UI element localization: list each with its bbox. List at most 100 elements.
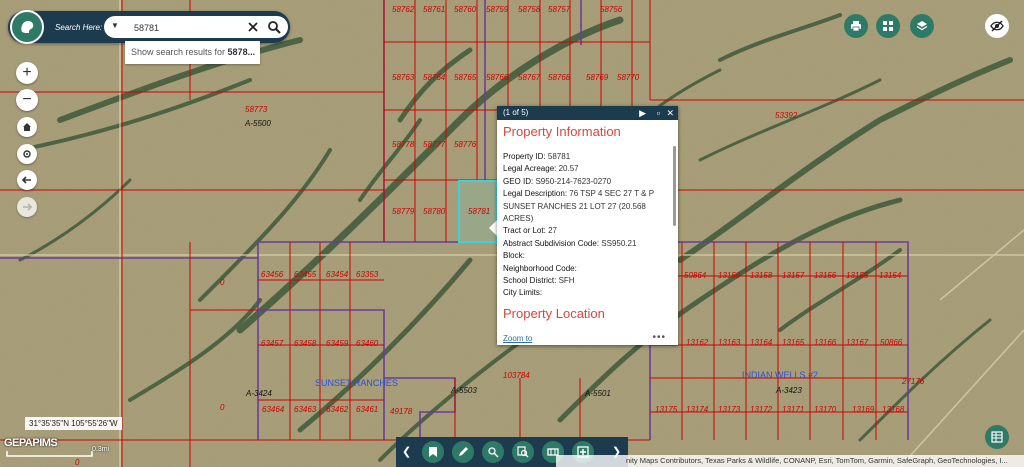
popup-field-label: School District: xyxy=(503,276,559,286)
popup-counter: (1 of 5) xyxy=(503,108,529,117)
popup-header: (1 of 5) ▶ ▫ ✕ xyxy=(497,106,678,120)
parcel-label: 13173 xyxy=(718,405,741,414)
search-icon[interactable] xyxy=(267,20,281,34)
parcel-label: 58767 xyxy=(518,73,541,82)
popup-field-value: 27 xyxy=(548,226,557,236)
layers-button[interactable] xyxy=(910,14,934,38)
back-button[interactable] xyxy=(17,170,37,190)
parcel-label: 58780 xyxy=(423,207,446,216)
map-attribution: nity Maps Contributors, Texas Parks & Wi… xyxy=(556,455,1024,467)
draw-button[interactable] xyxy=(452,441,474,463)
zoom-in-button[interactable]: + xyxy=(16,62,38,84)
close-icon[interactable]: ✕ xyxy=(666,106,674,120)
locate-icon xyxy=(23,150,31,158)
parcel-label: 63463 xyxy=(294,405,317,414)
parcel-label: 13174 xyxy=(686,405,709,414)
popup-fields: Property ID: 58781 Legal Acreage: 20.57 GE… xyxy=(497,141,678,300)
parcel-label: 58762 xyxy=(392,5,415,14)
parcel-label: 13169 xyxy=(852,405,875,414)
search-scope-dropdown[interactable]: ▼ xyxy=(111,21,119,30)
basemap-gallery-button[interactable] xyxy=(876,14,900,38)
measure-button[interactable] xyxy=(482,441,504,463)
popup-title: Property Information xyxy=(503,124,621,139)
subdivision-label: SUNSET RANCHES xyxy=(315,378,398,388)
parcel-label: 58778 xyxy=(392,140,415,149)
search-input[interactable] xyxy=(132,18,240,38)
parcel-label: 58773 xyxy=(245,105,268,114)
scale-label: 0.3mi xyxy=(92,446,110,453)
bookmark-button[interactable] xyxy=(422,441,444,463)
popup-field-value: 58781 xyxy=(547,152,571,161)
pencil-icon xyxy=(459,447,468,456)
parcel-label: 63457 xyxy=(261,339,284,348)
identify-button[interactable] xyxy=(512,441,534,463)
grid-icon xyxy=(883,21,893,31)
parcel-label: 58769 xyxy=(586,73,609,82)
app-logo[interactable] xyxy=(10,10,44,44)
subdivision-label: INDIAN WELLS #2 xyxy=(742,370,818,380)
parcel-label: 27176 xyxy=(901,377,925,386)
parcel-label: 13166 xyxy=(814,338,837,347)
parcel-label: 63458 xyxy=(294,339,317,348)
measure-icon xyxy=(488,447,499,458)
locate-button[interactable] xyxy=(17,144,37,164)
zoom-to-link[interactable]: Zoom to xyxy=(503,334,532,343)
popup-field-row: GEO ID: S950-214-7623-0270 xyxy=(503,176,672,188)
popup-field-label: Legal Description: xyxy=(503,189,570,199)
popup-field-row: Legal Acreage: 20.57 xyxy=(503,163,672,175)
parcel-label: 13164 xyxy=(750,338,773,347)
parcel-label: 13156 xyxy=(814,271,837,280)
logo-icon xyxy=(21,21,34,33)
arrow-left-icon xyxy=(22,176,31,184)
parcel-label: 63353 xyxy=(356,270,379,279)
home-button[interactable] xyxy=(17,117,37,137)
popup-field-row: Tract or Lot: 27 xyxy=(503,225,672,237)
plus-icon: + xyxy=(22,64,32,81)
abstract-label: A-3424 xyxy=(245,389,272,398)
parcel-label: 58761 xyxy=(423,5,445,14)
clear-icon[interactable] xyxy=(246,20,260,34)
more-options-button[interactable]: ••• xyxy=(652,332,666,343)
popup-field-label: Neighborhood Code: xyxy=(503,263,577,273)
zoom-out-button[interactable]: − xyxy=(16,89,38,111)
popup-field-row: Property ID: 58781 xyxy=(503,151,672,163)
parcel-label: 58758 xyxy=(518,5,541,14)
popup-field-label: GEO ID: xyxy=(503,176,536,186)
printer-icon xyxy=(851,21,861,32)
abstract-label: A-5503 xyxy=(450,386,477,395)
parcel-label: 13172 xyxy=(750,405,773,414)
popup-field-label: Property ID: xyxy=(503,152,548,161)
parcel-label: 50864 xyxy=(684,271,707,280)
parcel-label: 63461 xyxy=(356,405,378,414)
popup-scrollbar[interactable] xyxy=(673,146,676,226)
visibility-toggle-button[interactable] xyxy=(985,14,1009,38)
popup-field-value: S950-214-7623-0270 xyxy=(535,176,612,186)
parcel-label: 58757 xyxy=(548,5,571,14)
parcel-label: 13171 xyxy=(782,405,804,414)
parcel-label: 103784 xyxy=(503,371,530,380)
search-suggestion[interactable]: Show search results for 5878... xyxy=(125,41,260,64)
parcel-label: 13154 xyxy=(879,271,902,280)
parcel-label: 50866 xyxy=(880,338,903,347)
table-button[interactable] xyxy=(985,425,1009,449)
popup-field-value: SS950.21 xyxy=(601,238,637,248)
parcel-label: 58765 xyxy=(454,73,477,82)
parcel-label: 58768 xyxy=(548,73,571,82)
parcel-label: 58759 xyxy=(486,5,509,14)
suggestion-term: 5878... xyxy=(227,47,256,57)
popup-field-row: Block: xyxy=(503,250,672,262)
abstract-label: A-5501 xyxy=(584,389,611,398)
print-button[interactable] xyxy=(844,14,868,38)
parcel-label: 63455 xyxy=(294,270,317,279)
parcel-label: 58756 xyxy=(600,5,623,14)
popup-section-title: Property Location xyxy=(503,305,605,321)
forward-button[interactable] xyxy=(17,197,37,217)
property-popup: (1 of 5) ▶ ▫ ✕ Property Information Prop… xyxy=(497,106,678,345)
toolbar-prev-button[interactable]: ❮ xyxy=(402,445,411,458)
dock-icon[interactable]: ▫ xyxy=(657,106,660,120)
popup-field-value: SFH xyxy=(558,276,575,286)
next-feature-button[interactable]: ▶ xyxy=(639,106,646,120)
parcel-label: 63459 xyxy=(326,339,349,348)
parcel-label: 58776 xyxy=(454,140,477,149)
parcel-label: 0 xyxy=(220,403,225,412)
